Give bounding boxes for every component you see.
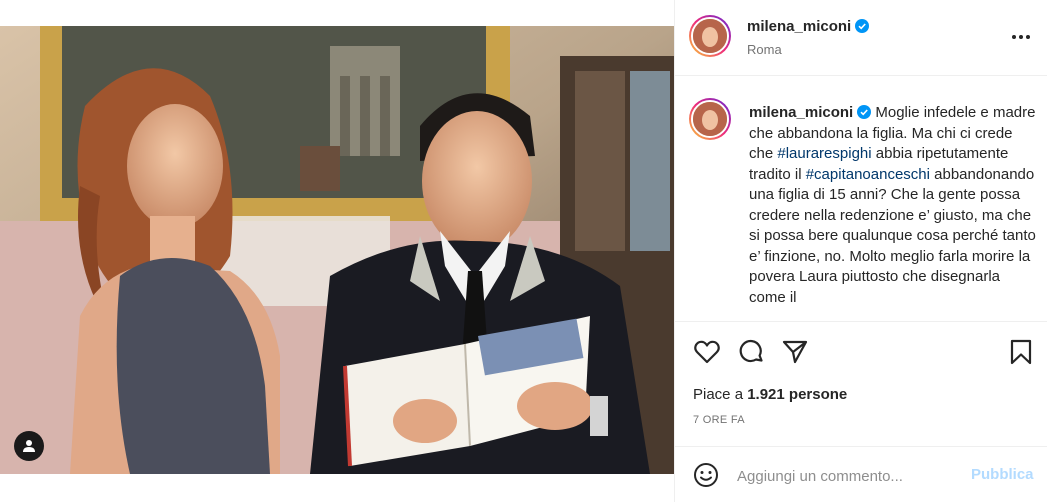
post-header: milena_miconi Roma	[675, 0, 1047, 76]
post-side-panel: milena_miconi Roma milena_miconi Moglie …	[674, 0, 1047, 502]
post-photo[interactable]	[0, 26, 674, 474]
user-tag-icon	[23, 440, 35, 452]
caption-username[interactable]: milena_miconi	[749, 104, 853, 121]
bookmark-icon[interactable]	[1007, 338, 1035, 366]
post-location[interactable]: Roma	[747, 42, 782, 57]
caption-author-avatar[interactable]	[689, 98, 731, 140]
avatar-image	[693, 19, 727, 53]
avatar-image	[693, 102, 727, 136]
author-avatar[interactable]	[689, 15, 731, 57]
post-photo-illustration	[0, 26, 674, 474]
likes-prefix: Piace a	[693, 386, 748, 403]
comment-icon[interactable]	[737, 338, 765, 366]
more-icon[interactable]	[1009, 28, 1033, 46]
author-username[interactable]: milena_miconi	[747, 18, 851, 35]
hashtag-link[interactable]: #capitanoanceschi	[806, 166, 930, 183]
likes-number: 1.921	[747, 386, 785, 403]
user-tag-button[interactable]	[14, 431, 44, 461]
caption-section: milena_miconi Moglie infedele e madre ch…	[675, 77, 1047, 322]
likes-count-text[interactable]: Piace a 1.921 persone	[693, 386, 847, 403]
emoji-icon[interactable]	[693, 462, 719, 488]
verified-badge-icon	[857, 105, 872, 119]
comment-input[interactable]	[737, 464, 967, 488]
comment-composer: Pubblica	[675, 446, 1047, 502]
heart-icon[interactable]	[693, 338, 721, 366]
post-timestamp[interactable]: 7 ORE FA	[693, 414, 745, 426]
caption-text: milena_miconi Moglie infedele e madre ch…	[749, 103, 1039, 308]
action-bar	[675, 334, 1047, 374]
publish-button[interactable]: Pubblica	[971, 466, 1034, 483]
likes-suffix: persone	[784, 386, 848, 403]
author-username-row[interactable]: milena_miconi	[747, 18, 870, 36]
share-icon[interactable]	[781, 338, 809, 366]
verified-badge-icon	[855, 19, 870, 33]
post-media-area	[0, 0, 674, 502]
hashtag-link[interactable]: #laurarespighi	[777, 145, 871, 162]
